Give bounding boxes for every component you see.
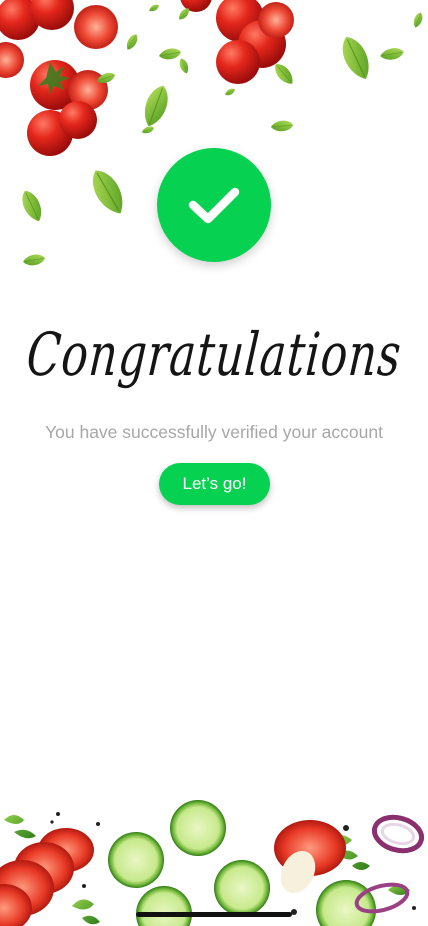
- verification-message: You have successfully verified your acco…: [45, 422, 383, 442]
- home-indicator: [136, 912, 292, 917]
- success-check-badge: [157, 148, 271, 262]
- lets-go-button[interactable]: Let’s go!: [159, 463, 270, 505]
- checkmark-icon: [188, 187, 240, 224]
- congratulations-heading: Congratulations: [0, 300, 428, 410]
- headline-text: Congratulations: [24, 320, 404, 390]
- vegetables-decoration: [0, 800, 425, 926]
